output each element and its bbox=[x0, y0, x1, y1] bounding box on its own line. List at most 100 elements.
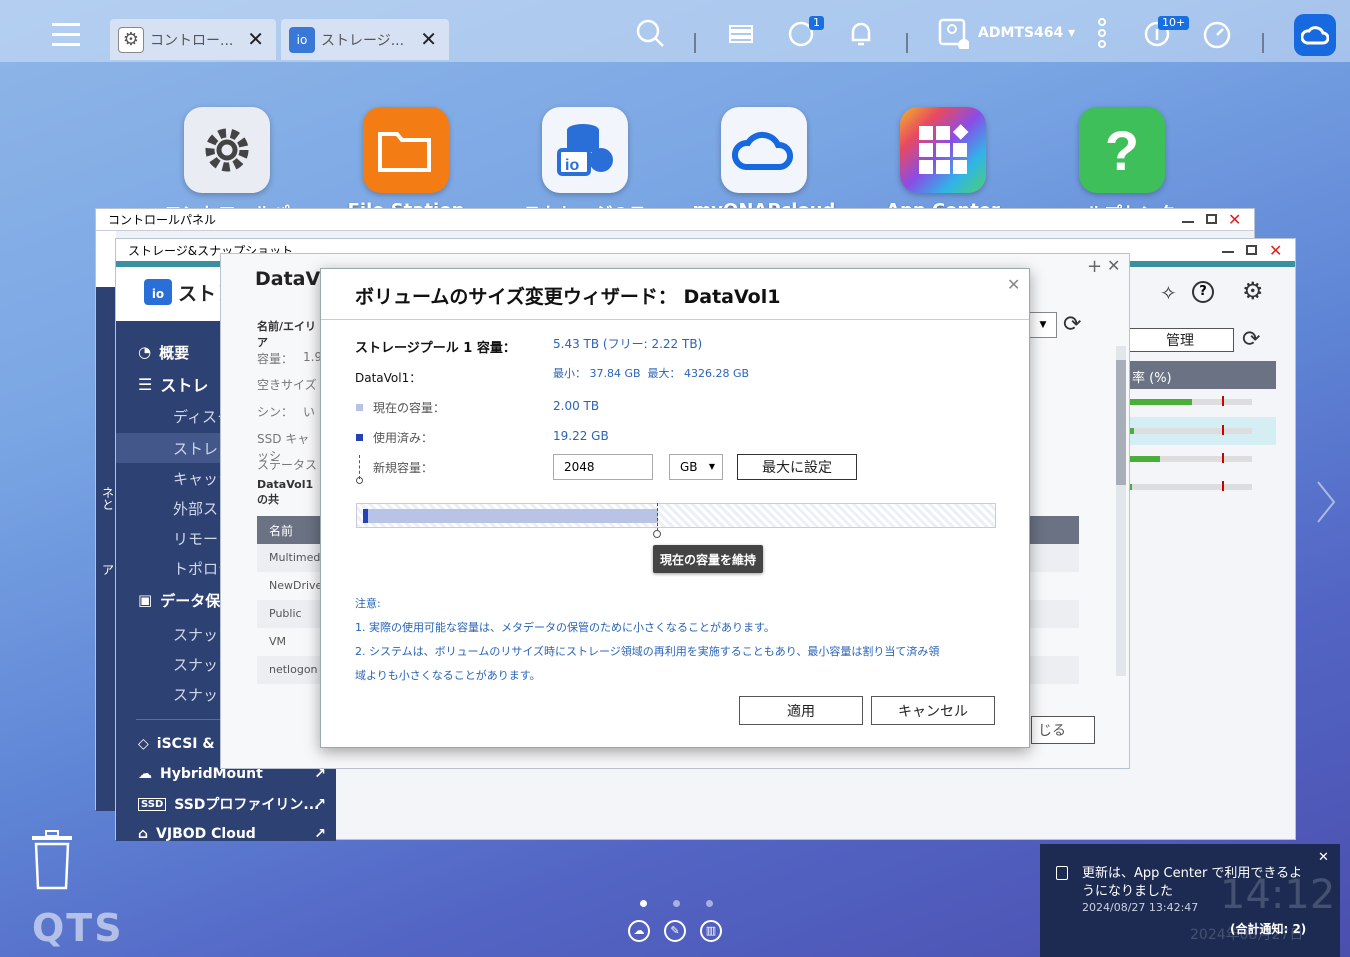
new-capacity-label: 新規容量： bbox=[373, 461, 434, 475]
username[interactable]: ADMTS464 ▾ bbox=[978, 25, 1075, 41]
tooltip-text: 現在の容量を維持 bbox=[659, 552, 756, 567]
page-indicator-active[interactable] bbox=[640, 900, 647, 907]
page-indicator[interactable] bbox=[673, 900, 680, 907]
add-icon[interactable]: + bbox=[1087, 256, 1102, 277]
svg-text:io: io bbox=[565, 157, 579, 174]
main-menu-icon[interactable] bbox=[52, 19, 80, 49]
current-legend bbox=[356, 404, 363, 411]
used-value: 19.22 GB bbox=[553, 429, 609, 443]
user-icon[interactable] bbox=[936, 16, 970, 50]
close-icon[interactable]: ✕ bbox=[420, 27, 437, 51]
field-label: ステータス bbox=[257, 458, 318, 472]
apply-button[interactable]: 適用 bbox=[739, 696, 863, 725]
hybridmount-icon: ☁ bbox=[138, 766, 152, 782]
refresh-icon[interactable]: ⟳ bbox=[1242, 327, 1260, 352]
notification-text: うになりました bbox=[1082, 884, 1174, 899]
gear-icon: ⚙ bbox=[118, 26, 144, 53]
sidebar-item-label: SSDプロファイリン... bbox=[174, 797, 320, 813]
close-icon[interactable]: ✕ bbox=[1007, 275, 1020, 294]
clock: 14:12 bbox=[1220, 872, 1336, 918]
scrollbar[interactable] bbox=[1116, 346, 1126, 676]
slider-handle-dot[interactable] bbox=[653, 530, 661, 538]
minimize-icon[interactable] bbox=[1222, 251, 1234, 253]
file-station-app-icon[interactable] bbox=[363, 107, 449, 193]
close-icon[interactable]: ✕ bbox=[1269, 241, 1282, 260]
divider bbox=[1262, 33, 1264, 53]
note-line: 域よりも小さくなることがあります。 bbox=[355, 669, 541, 682]
set-max-button[interactable]: 最大に設定 bbox=[737, 454, 857, 480]
settings-icon[interactable]: ⚙ bbox=[1242, 277, 1264, 305]
close-icon[interactable]: ✕ bbox=[1318, 850, 1329, 865]
new-capacity-marker bbox=[359, 455, 360, 479]
note-line: 1. 実際の使用可能な容量は、メタデータの保管のために小さくなることがあります。 bbox=[355, 621, 775, 634]
myqnapcloud-icon[interactable] bbox=[1294, 14, 1336, 56]
page-indicator[interactable] bbox=[706, 900, 713, 907]
trash-icon[interactable] bbox=[28, 830, 76, 890]
iscsi-icon: ◇ bbox=[138, 736, 149, 752]
app-center-icon bbox=[1056, 866, 1068, 880]
chevron-right-icon[interactable] bbox=[1316, 480, 1336, 524]
app-center-app-icon[interactable] bbox=[900, 107, 986, 193]
help-icon[interactable]: ? bbox=[1192, 281, 1214, 303]
pool-capacity-label: ストレージプール 1 容量： bbox=[355, 341, 516, 356]
notification-toast[interactable]: ✕ 更新は、App Center で利用できるよ うになりました 2024/08… bbox=[1040, 844, 1340, 957]
search-icon[interactable] bbox=[633, 16, 667, 50]
minimize-icon[interactable] bbox=[1182, 221, 1194, 223]
column-name: 名前 bbox=[269, 524, 294, 538]
slider-handle[interactable] bbox=[657, 503, 658, 531]
note-title: 注意: bbox=[355, 597, 381, 610]
manage-button[interactable]: 管理 bbox=[1126, 328, 1234, 352]
window-title: コントロールパネル bbox=[108, 213, 217, 227]
sidebar-item-label: VJBOD Cloud bbox=[156, 826, 256, 842]
close-button[interactable]: じる bbox=[1031, 716, 1095, 744]
sidebar-item-ssd-profiling[interactable]: SSD SSDプロファイリン... ↗ bbox=[116, 789, 336, 819]
notification-time: 2024/08/27 13:42:47 bbox=[1082, 901, 1199, 914]
close-icon[interactable]: ✕ bbox=[1228, 210, 1241, 229]
thin-value: い bbox=[303, 405, 316, 419]
notification-total: (合計通知: 2) bbox=[1230, 922, 1307, 936]
resize-wizard-dialog: ボリュームのサイズ変更ウィザード： DataVol1 ✕ ストレージプール 1 … bbox=[320, 268, 1030, 748]
tab-label: ストレージ... bbox=[321, 32, 405, 49]
control-panel-app-icon[interactable] bbox=[184, 107, 270, 193]
unit-select[interactable]: GB ▼ bbox=[669, 454, 723, 480]
sidebar-item-label: ストレ bbox=[160, 376, 209, 395]
divider bbox=[694, 33, 696, 53]
bell-icon[interactable] bbox=[844, 16, 878, 50]
usage-bar bbox=[1130, 453, 1252, 463]
maximize-icon[interactable] bbox=[1246, 245, 1257, 255]
close-icon[interactable]: ✕ bbox=[1107, 256, 1120, 275]
refresh-icon[interactable]: ⟳ bbox=[1063, 312, 1081, 337]
dialog-title: ボリュームのサイズ変更ウィザード： DataVol1 bbox=[355, 286, 781, 308]
dropdown-arrow-icon[interactable]: ▼ bbox=[1029, 312, 1057, 338]
dashboard-icon[interactable] bbox=[1200, 16, 1234, 50]
vjbod-icon: ⌂ bbox=[138, 826, 149, 842]
help-tools-icon[interactable]: ✧ bbox=[1160, 281, 1177, 305]
help-center-app-icon[interactable]: ? bbox=[1079, 107, 1165, 193]
new-capacity-input[interactable] bbox=[553, 454, 653, 480]
sidebar-item-vjbod-cloud[interactable]: ⌂ VJBOD Cloud ↗ bbox=[116, 819, 336, 849]
sidebar-item-label: ストレ bbox=[173, 439, 219, 458]
maximize-icon[interactable] bbox=[1206, 214, 1217, 224]
book-dock-icon[interactable]: ▥ bbox=[700, 920, 722, 942]
close-icon[interactable]: ✕ bbox=[247, 27, 264, 51]
tab-label: コントロー... bbox=[150, 32, 234, 49]
tab-storage[interactable]: io ストレージ... ✕ bbox=[281, 19, 449, 60]
tab-control-panel[interactable]: ⚙ コントロー... ✕ bbox=[110, 19, 276, 60]
stack-icon[interactable] bbox=[724, 16, 758, 50]
tools-dock-icon[interactable]: ✎ bbox=[664, 920, 686, 942]
ssd-icon: SSD bbox=[138, 797, 167, 811]
cancel-button[interactable]: キャンセル bbox=[871, 696, 995, 725]
field-label: 空きサイズ bbox=[257, 378, 317, 392]
more-options-icon[interactable] bbox=[1098, 18, 1108, 50]
myqnapcloud-app-icon[interactable] bbox=[721, 107, 807, 193]
note-line: 2. システムは、ボリュームのリサイズ時にストレージ領域の再利用を実施することも… bbox=[355, 645, 940, 658]
external-link-icon: ↗ bbox=[314, 826, 326, 842]
sidebar-item-label: iSCSI & bbox=[156, 736, 215, 752]
chevron-down-icon: ▼ bbox=[708, 462, 715, 471]
capacity-slider[interactable] bbox=[356, 503, 996, 528]
protection-icon: ▣ bbox=[138, 591, 153, 609]
storage-snapshots-app-icon[interactable]: io bbox=[542, 107, 628, 193]
sidebar-item-label: 概要 bbox=[159, 343, 190, 362]
gauge-icon: ◔ bbox=[138, 343, 152, 361]
cloud-dock-icon[interactable]: ☁ bbox=[628, 920, 650, 942]
